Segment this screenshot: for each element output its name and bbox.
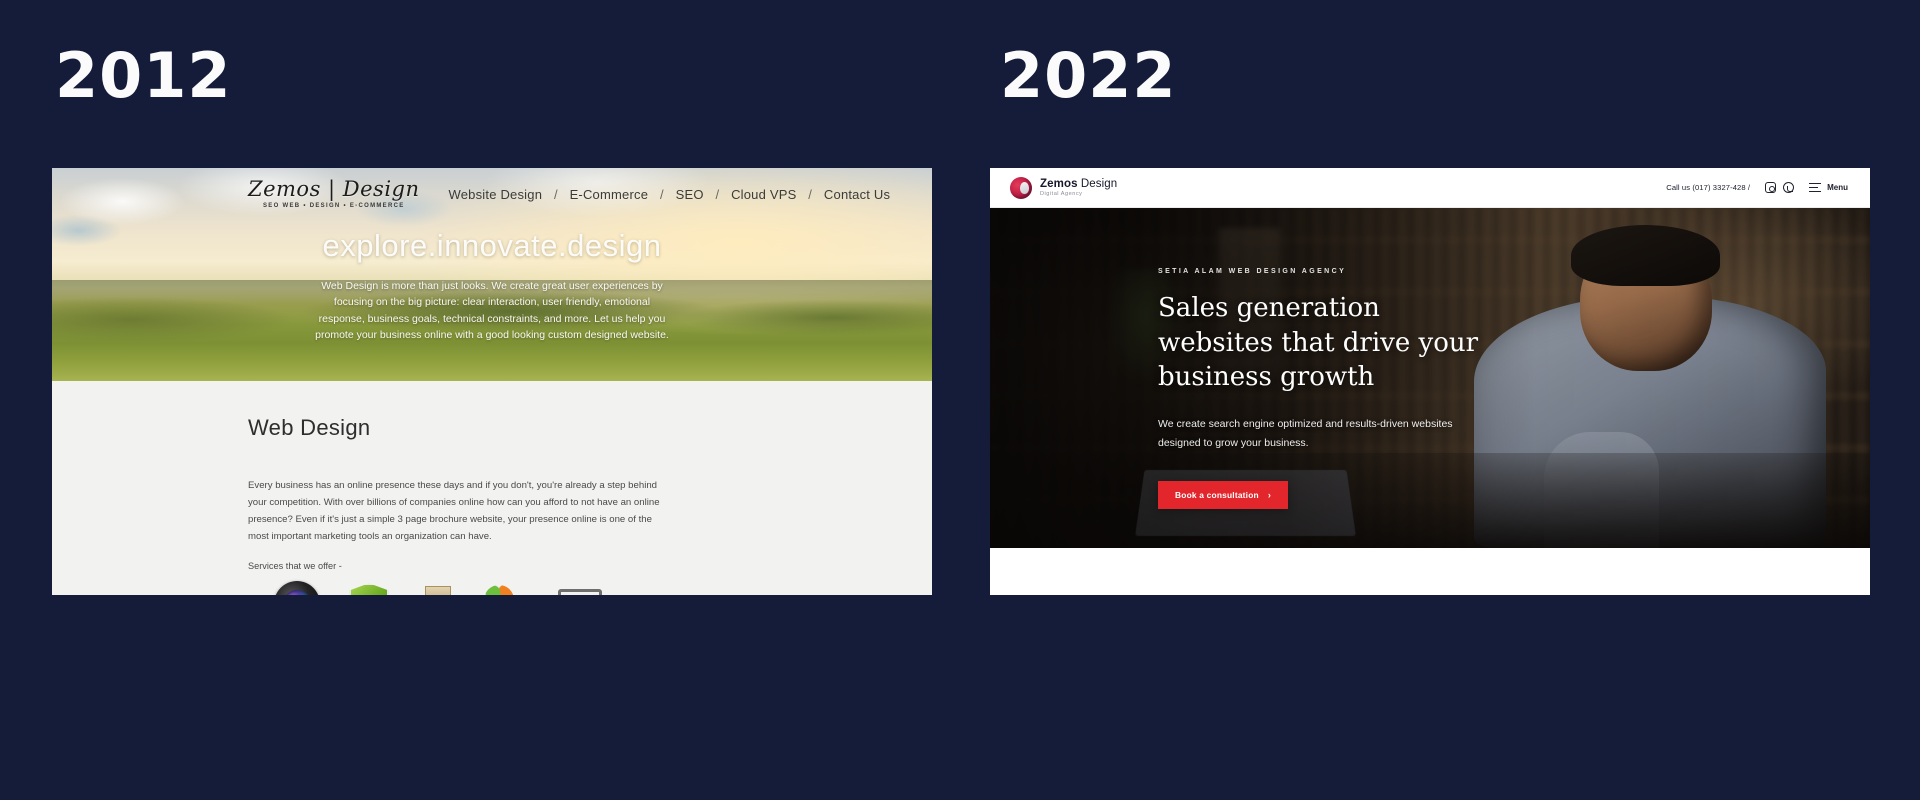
menu-label: Menu xyxy=(1827,182,1848,192)
nav-item-cloud-vps[interactable]: Cloud VPS xyxy=(730,187,797,202)
hero-banner-2012: Zemos | Design SEO WEB • DESIGN • E-COMM… xyxy=(52,168,932,381)
book-consultation-button[interactable]: Book a consultation › xyxy=(1158,480,1289,509)
website-mockup-2012: Zemos | Design SEO WEB • DESIGN • E-COMM… xyxy=(52,168,932,595)
site-header-2022: Zemos Design Digital Agency Call us (017… xyxy=(990,168,1870,208)
hero-subheading-2022: We create search engine optimized and re… xyxy=(1158,417,1453,450)
chevron-right-icon: › xyxy=(1267,489,1272,500)
multimedia-music-icon[interactable] xyxy=(554,581,602,595)
brand-face-icon xyxy=(1010,176,1032,199)
shopping-basket-icon[interactable] xyxy=(414,581,460,595)
year-label-2012: 2012 xyxy=(55,39,232,112)
hamburger-icon xyxy=(1809,182,1822,193)
comparison-canvas: 2012 2022 Zemos | Design SEO WEB • DESIG… xyxy=(0,0,1920,800)
brand-name-light: Design xyxy=(1077,177,1118,190)
cta-label: Book a consultation xyxy=(1175,489,1259,500)
hero-title-2012: explore.innovate.design xyxy=(322,228,662,263)
nav-separator: / xyxy=(659,186,664,202)
service-icon-row xyxy=(274,581,932,595)
nav-separator: / xyxy=(715,186,720,202)
website-mockup-2022: Zemos Design Digital Agency Call us (017… xyxy=(990,168,1870,595)
services-label: Services that we offer - xyxy=(248,561,342,572)
call-us-text[interactable]: Call us (017) 3327-428 / xyxy=(1666,183,1750,192)
camera-lens-icon[interactable] xyxy=(274,581,320,595)
brand-name-bold: Zemos xyxy=(1040,177,1078,190)
logo-2022[interactable]: Zemos Design Digital Agency xyxy=(1010,176,1117,199)
hero-heading-2022: Sales generation websites that drive you… xyxy=(1158,293,1479,393)
hero-text-block-2022: SETIA ALAM WEB DESIGN AGENCY Sales gener… xyxy=(1158,268,1488,509)
logo-tagline: SEO WEB • DESIGN • E-COMMERCE xyxy=(262,203,405,209)
nav-separator: / xyxy=(808,186,813,202)
hero-text-block-2012: explore.innovate.design Web Design is mo… xyxy=(52,228,932,343)
whatsapp-icon[interactable] xyxy=(1783,182,1795,193)
nav-item-seo[interactable]: SEO xyxy=(675,187,705,202)
social-links xyxy=(1765,182,1795,193)
footer-strip-2022 xyxy=(990,548,1870,594)
nav-item-contact-us[interactable]: Contact Us xyxy=(823,187,891,202)
nav-separator: / xyxy=(553,186,558,202)
instagram-icon[interactable] xyxy=(1765,182,1777,193)
menu-button[interactable]: Menu xyxy=(1809,182,1848,193)
section-paragraph-2012: Every business has an online presence th… xyxy=(248,480,660,543)
logo-2012[interactable]: Zemos | Design SEO WEB • DESIGN • E-COMM… xyxy=(248,177,420,210)
cms-joomla-wordpress-icon[interactable] xyxy=(484,581,530,595)
brand-tagline: Digital Agency xyxy=(1040,191,1083,198)
year-label-2022: 2022 xyxy=(1000,39,1177,112)
green-shield-icon[interactable] xyxy=(344,581,390,595)
brand-name: Zemos Design xyxy=(1040,178,1117,191)
nav-item-e-commerce[interactable]: E-Commerce xyxy=(569,187,650,202)
header-right-2022: Call us (017) 3327-428 / Menu xyxy=(1666,182,1848,193)
section-heading-web-design: Web Design xyxy=(248,415,371,440)
logo-name: Zemos | Design xyxy=(248,177,420,201)
hero-banner-2022: SETIA ALAM WEB DESIGN AGENCY Sales gener… xyxy=(990,208,1870,548)
site-header-2012: Zemos | Design SEO WEB • DESIGN • E-COMM… xyxy=(52,168,932,220)
hero-paragraph-2012: Web Design is more than just looks. We c… xyxy=(315,280,669,341)
hero-eyebrow-2022: SETIA ALAM WEB DESIGN AGENCY xyxy=(1158,268,1347,275)
content-section-2012: Web Design Every business has an online … xyxy=(52,381,932,595)
nav-item-website-design[interactable]: Website Design xyxy=(448,187,544,202)
main-nav-2012: Website Design / E-Commerce / SEO / Clou… xyxy=(448,187,892,202)
